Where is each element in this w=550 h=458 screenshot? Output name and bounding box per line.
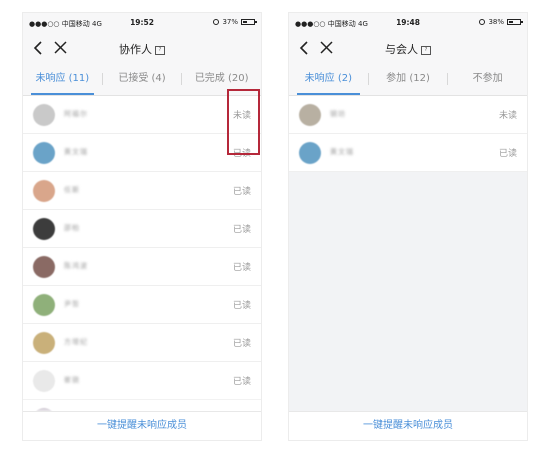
battery-percent: 38% <box>488 18 504 26</box>
tab-attending[interactable]: 参加 (12) <box>369 63 448 95</box>
alarm-icon <box>213 19 220 25</box>
member-name: 阿福尔 <box>64 110 88 118</box>
member-name: 陈鸿波 <box>64 262 88 270</box>
status-bar: ●●●○○ 中国移动 4G 19:48 38% <box>289 13 527 33</box>
read-status: 已读 <box>232 263 251 273</box>
member-row[interactable]: 黄文瑞 已读 <box>23 134 261 172</box>
avatar <box>33 370 55 392</box>
tab-unresponded[interactable]: 未响应 (11) <box>23 63 102 95</box>
member-name: 崔骁 <box>64 376 80 384</box>
read-status: 已读 <box>232 339 251 349</box>
member-row[interactable]: 陈鸿波 已读 <box>23 248 261 286</box>
member-row[interactable]: 黄文瑞 已读 <box>289 134 527 172</box>
right-phone-screen: ●●●○○ 中国移动 4G 19:48 38% 与会人? 未响应 (2) 参加 … <box>289 13 527 440</box>
member-list: 阿福尔未读黄文瑞已读任斯已读邵柏已读陈鸿波已读尹哲已读方增纪已读崔骁已读徐曦已读 <box>23 96 261 438</box>
read-status: 已读 <box>232 225 251 235</box>
tab-accepted[interactable]: 已接受 (4) <box>103 63 182 95</box>
avatar <box>33 218 55 240</box>
tab-bar: 未响应 (2) 参加 (12) 不参加 <box>289 63 527 96</box>
member-row[interactable]: 邵柏 已读 <box>23 210 261 248</box>
member-name: 钢坊 <box>330 110 346 118</box>
tab-bar: 未响应 (11) 已接受 (4) 已完成 (20) <box>23 63 261 96</box>
read-status: 已读 <box>498 149 517 159</box>
tab-unresponded[interactable]: 未响应 (2) <box>289 63 368 95</box>
avatar <box>33 256 55 278</box>
read-status: 已读 <box>232 187 251 197</box>
avatar <box>33 142 55 164</box>
member-name: 邵柏 <box>64 224 80 232</box>
help-icon[interactable]: ? <box>155 45 165 55</box>
read-status: 已读 <box>232 377 251 387</box>
avatar <box>299 142 321 164</box>
left-phone-screen: ●●●○○ 中国移动 4G 19:52 37% 协作人? 未响应 (11) 已接… <box>23 13 261 440</box>
member-name: 尹哲 <box>64 300 80 308</box>
member-name: 黄文瑞 <box>64 148 88 156</box>
battery-icon <box>241 19 257 25</box>
battery-icon <box>507 19 523 25</box>
remind-unresponded-button[interactable]: 一键提醒未响应成员 <box>23 411 261 440</box>
tab-not-attending[interactable]: 不参加 <box>448 63 527 95</box>
member-row[interactable]: 钢坊 未读 <box>289 96 527 134</box>
page-title-text: 与会人 <box>385 43 418 56</box>
status-bar: ●●●○○ 中国移动 4G 19:52 37% <box>23 13 261 33</box>
nav-bar: 与会人? <box>289 33 527 63</box>
member-row[interactable]: 崔骁 已读 <box>23 362 261 400</box>
page-title-text: 协作人 <box>119 43 152 56</box>
avatar <box>33 104 55 126</box>
battery-percent: 37% <box>222 18 238 26</box>
member-row[interactable]: 方增纪 已读 <box>23 324 261 362</box>
member-row[interactable]: 任斯 已读 <box>23 172 261 210</box>
member-name: 黄文瑞 <box>330 148 354 156</box>
attendee-list: 钢坊 未读黄文瑞 已读 <box>289 96 527 172</box>
read-status: 已读 <box>232 301 251 311</box>
nav-bar: 协作人? <box>23 33 261 63</box>
member-row[interactable]: 尹哲 已读 <box>23 286 261 324</box>
help-icon[interactable]: ? <box>421 45 431 55</box>
member-name: 任斯 <box>64 186 80 194</box>
highlight-box <box>227 89 260 155</box>
read-status: 未读 <box>498 111 517 121</box>
battery-area: 37% <box>213 18 257 26</box>
avatar <box>33 180 55 202</box>
page-title: 协作人? <box>23 41 261 57</box>
member-name: 方增纪 <box>64 338 88 346</box>
remind-unresponded-button[interactable]: 一键提醒未响应成员 <box>289 411 527 440</box>
avatar <box>33 332 55 354</box>
page-title: 与会人? <box>289 41 527 57</box>
avatar <box>33 294 55 316</box>
alarm-icon <box>479 19 486 25</box>
member-row[interactable]: 阿福尔 未读 <box>23 96 261 134</box>
battery-area: 38% <box>479 18 523 26</box>
avatar <box>299 104 321 126</box>
